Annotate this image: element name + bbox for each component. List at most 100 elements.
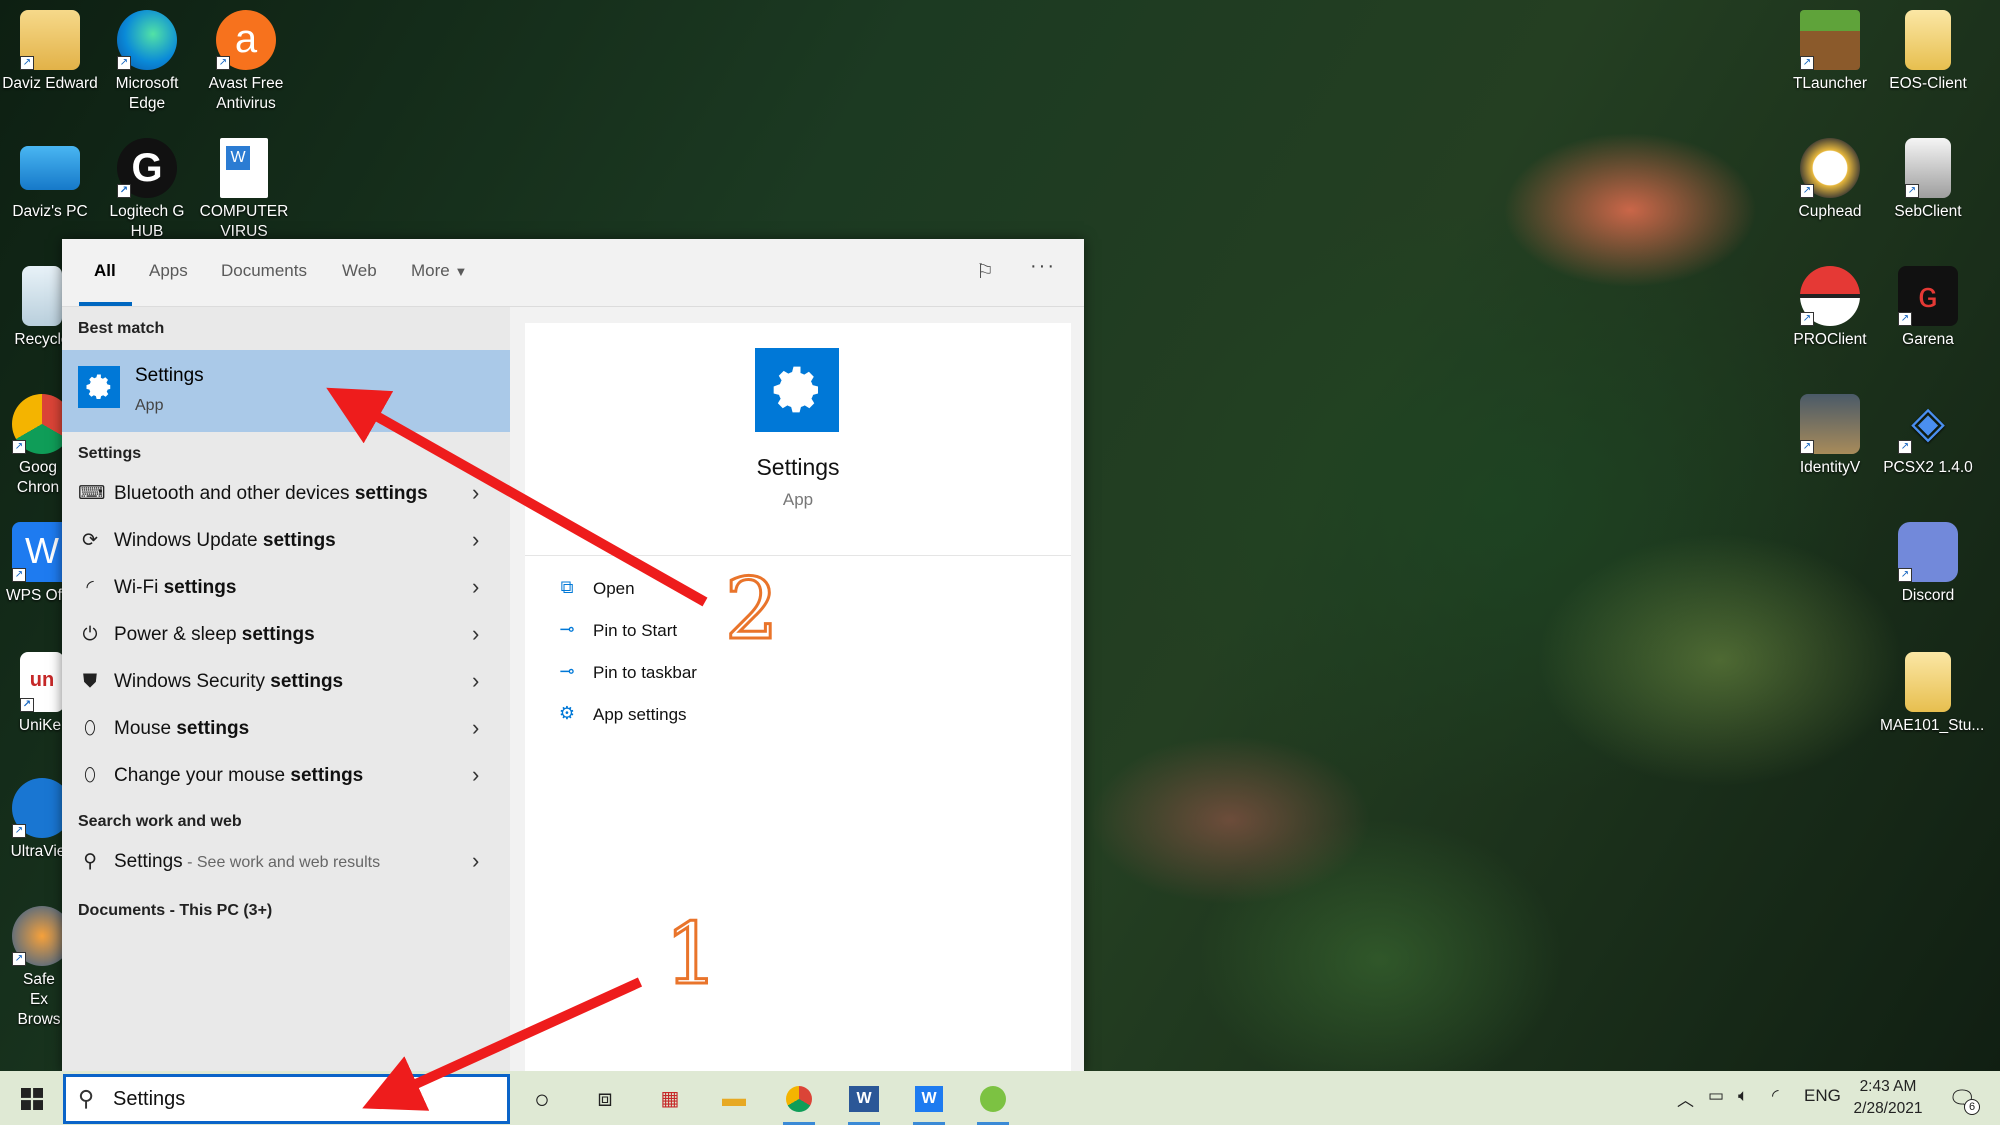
shortcut-arrow-icon: ↗ xyxy=(12,440,26,454)
taskbar-search-box[interactable]: ⚲ xyxy=(63,1074,510,1124)
search-input[interactable] xyxy=(113,1085,493,1113)
chevron-up-icon[interactable]: ︿ xyxy=(1677,1086,1694,1111)
shortcut-arrow-icon: ↗ xyxy=(12,824,26,838)
preview-card: Settings App xyxy=(525,323,1071,556)
desktop-icon-computer-virus[interactable]: W COMPUTER VIRUS xyxy=(196,138,292,242)
result-label: Mouse settings xyxy=(114,718,250,739)
results-list: Best match Settings App Settings ⌨ Bluet… xyxy=(62,307,510,1073)
pin-icon: ⊸ xyxy=(559,619,575,639)
mouse-icon: ⬯ xyxy=(84,765,96,786)
battery-icon[interactable]: ▭ xyxy=(1708,1086,1724,1106)
chevron-right-icon[interactable]: › xyxy=(472,848,479,874)
windows-start-icon[interactable] xyxy=(12,1079,52,1119)
wps-icon: W xyxy=(915,1086,943,1112)
pokeball-icon: ↗ xyxy=(1800,266,1860,326)
best-match-header: Best match xyxy=(78,320,165,337)
desktop-icon-proclient[interactable]: ↗ PROClient xyxy=(1782,266,1878,350)
unikey-taskbar-icon[interactable]: ▦ xyxy=(650,1079,690,1119)
more-options-icon[interactable]: ··· xyxy=(1030,255,1056,278)
result-bluetooth-settings[interactable]: ⌨ Bluetooth and other devices settings › xyxy=(62,472,510,516)
result-label: Wi-Fi settings xyxy=(114,577,237,598)
desktop-icon-avast[interactable]: a ↗ Avast Free Antivirus xyxy=(198,10,294,114)
desktop-icon-garena[interactable]: ɢ ↗ Garena xyxy=(1880,266,1976,350)
desktop-icon-label: Cuphead xyxy=(1798,203,1862,220)
shortcut-arrow-icon: ↗ xyxy=(1800,440,1814,454)
feedback-icon[interactable]: ⚐ xyxy=(976,259,994,284)
result-power-sleep-settings[interactable]: ⏻ Power & sleep settings › xyxy=(62,613,510,657)
tab-all[interactable]: All xyxy=(94,261,116,281)
shortcut-arrow-icon: ↗ xyxy=(1800,312,1814,326)
desktop-icon-eos-client[interactable]: EOS-Client xyxy=(1880,10,1976,94)
cortana-icon[interactable]: ○ xyxy=(522,1079,562,1119)
mouse-icon: ⬯ xyxy=(84,718,96,739)
wps-taskbar-icon[interactable]: W xyxy=(909,1079,949,1125)
clock[interactable]: 2:43 AM 2/28/2021 xyxy=(1850,1076,1926,1120)
search-icon: ⚲ xyxy=(83,851,97,872)
chevron-right-icon[interactable]: › xyxy=(472,480,479,506)
desktop-icon-label: TLauncher xyxy=(1792,75,1868,92)
result-mouse-settings[interactable]: ⬯ Mouse settings › xyxy=(62,707,510,751)
desktop-icon-sebclient[interactable]: ↗ SebClient xyxy=(1880,138,1976,222)
result-wifi-settings[interactable]: ◜ Wi-Fi settings › xyxy=(62,566,510,610)
shortcut-arrow-icon: ↗ xyxy=(20,698,34,712)
desktop-icon-logitech[interactable]: G ↗ Logitech G HUB xyxy=(99,138,195,242)
clock-time: 2:43 AM xyxy=(1859,1078,1917,1095)
desktop-icon-pcsx2[interactable]: ◈ ↗ PCSX2 1.4.0 xyxy=(1880,394,1976,478)
recycle-bin-icon xyxy=(22,266,62,326)
chrome-taskbar-icon[interactable] xyxy=(779,1079,819,1125)
gear-icon: ⚙ xyxy=(558,703,576,723)
chevron-right-icon[interactable]: › xyxy=(472,621,479,647)
desktop-icon-daviz-edward[interactable]: ↗ Daviz Edward xyxy=(2,10,98,94)
preview-subtitle: App xyxy=(782,490,814,509)
search-flyout: All Apps Documents Web More ▼ ⚐ ··· Best… xyxy=(62,239,1084,1073)
shortcut-arrow-icon: ↗ xyxy=(12,952,26,966)
result-windows-update-settings[interactable]: ⟳ Windows Update settings › xyxy=(62,519,510,563)
chevron-right-icon[interactable]: › xyxy=(472,715,479,741)
desktop-icon-label: UltraVie xyxy=(10,843,66,860)
desktop-icon-tlauncher[interactable]: ↗ TLauncher xyxy=(1782,10,1878,94)
desktop-icon-label: IdentityV xyxy=(1799,459,1861,476)
desktop-icon-mae101[interactable]: MAE101_Stu... xyxy=(1880,652,1984,736)
documents-header[interactable]: Documents - This PC (3+) xyxy=(78,902,272,920)
shortcut-arrow-icon: ↗ xyxy=(216,56,230,70)
desktop-icon-label: EOS-Client xyxy=(1889,75,1967,92)
best-match-settings[interactable]: Settings App xyxy=(62,350,510,432)
result-windows-security-settings[interactable]: ⛊ Windows Security settings › xyxy=(62,660,510,704)
language-indicator[interactable]: ENG xyxy=(1804,1086,1841,1106)
desktop-icon-label: Safe Ex Brows xyxy=(17,971,61,1028)
file-explorer-icon[interactable]: ▬ xyxy=(714,1079,754,1119)
desktop-icon-identityv[interactable]: ↗ IdentityV xyxy=(1782,394,1878,478)
folder-icon xyxy=(1905,652,1951,712)
wifi-icon: ◜ xyxy=(86,577,94,598)
desktop-icon-this-pc[interactable]: Daviz's PC xyxy=(2,138,98,222)
action-label: Open xyxy=(593,579,635,598)
result-change-mouse-settings[interactable]: ⬯ Change your mouse settings › xyxy=(62,754,510,798)
clock-date: 2/28/2021 xyxy=(1853,1100,1923,1117)
desktop-icon-edge[interactable]: ↗ Microsoft Edge xyxy=(99,10,195,114)
notification-center-icon[interactable]: 🗨︎ 6 xyxy=(1942,1079,1982,1119)
desktop-icon-discord[interactable]: ↗ Discord xyxy=(1880,522,1976,606)
tab-apps[interactable]: Apps xyxy=(149,261,188,281)
desktop: ↗ Daviz Edward ↗ Microsoft Edge a ↗ Avast… xyxy=(0,0,2000,1125)
app-taskbar-icon[interactable] xyxy=(973,1079,1013,1125)
task-view-icon[interactable]: ⧈ xyxy=(585,1079,625,1119)
desktop-icon-label: SebClient xyxy=(1894,203,1962,220)
result-label: Change your mouse settings xyxy=(114,765,364,786)
best-match-title: Settings xyxy=(135,365,204,386)
chevron-right-icon[interactable]: › xyxy=(472,762,479,788)
chevron-right-icon[interactable]: › xyxy=(472,574,479,600)
tab-web[interactable]: Web xyxy=(342,261,377,281)
wifi-icon[interactable]: ◜ xyxy=(1772,1086,1779,1106)
tab-documents[interactable]: Documents xyxy=(221,261,307,281)
edge-icon: ↗ xyxy=(117,10,177,70)
desktop-icon-cuphead[interactable]: ↗ Cuphead xyxy=(1782,138,1878,222)
this-pc-icon xyxy=(20,146,80,190)
result-web-settings[interactable]: ⚲ Settings - See work and web results › xyxy=(62,840,510,884)
volume-icon[interactable]: 🔈︎ xyxy=(1738,1086,1748,1106)
annotation-number-2: 2 xyxy=(723,559,779,660)
chevron-right-icon[interactable]: › xyxy=(472,668,479,694)
word-taskbar-icon[interactable]: W xyxy=(844,1079,884,1125)
logitech-icon: G ↗ xyxy=(117,138,177,198)
tab-more[interactable]: More ▼ xyxy=(411,261,467,281)
chevron-right-icon[interactable]: › xyxy=(472,527,479,553)
